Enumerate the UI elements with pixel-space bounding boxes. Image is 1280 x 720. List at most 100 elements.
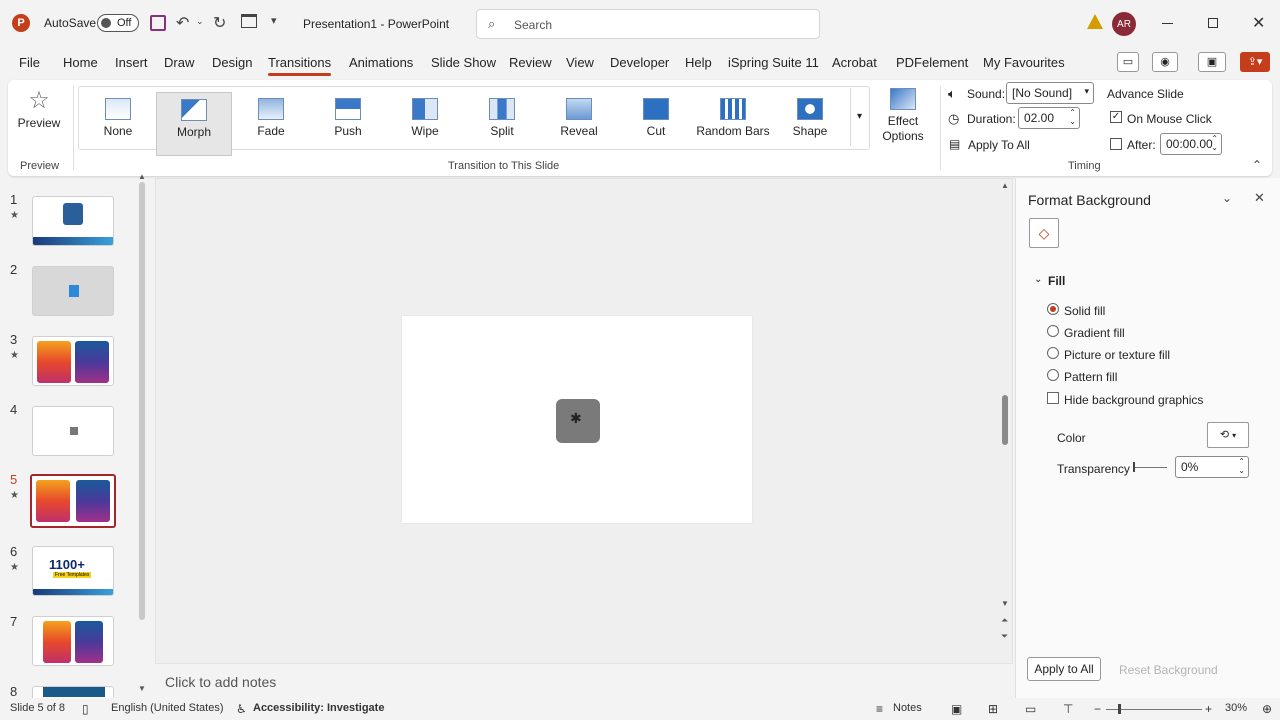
spin-icon[interactable]: ⌃ ⌄ [1069,108,1076,126]
reading-view-icon[interactable]: ▭ [1025,702,1036,716]
slide-thumb-7[interactable] [32,616,114,666]
apply-to-all-button[interactable]: Apply To All [968,138,1030,152]
spin-icon[interactable]: ⌃ ⌄ [1238,457,1245,475]
transition-random-bars[interactable]: Random Bars [695,92,771,156]
sound-dropdown[interactable]: [No Sound] ▾ [1006,82,1094,104]
slide-info[interactable]: Slide 5 of 8 [10,702,65,714]
spellcheck-icon[interactable]: ▯ [82,702,89,716]
transition-split[interactable]: Split [464,92,540,156]
redo-icon[interactable]: ↻ [213,13,226,33]
gallery-more-icon[interactable]: ▾ [850,88,868,146]
tab-help[interactable]: Help [685,55,712,70]
transition-morph[interactable]: Morph [156,92,232,156]
solid-fill-radio[interactable] [1047,303,1059,315]
undo-dropdown-icon[interactable]: ⌄ [196,16,204,27]
fill-tab[interactable]: ◇ [1029,218,1059,248]
scroll-down-icon[interactable]: ▼ [1001,599,1009,608]
duration-stepper[interactable]: 02.00 ⌃ ⌄ [1018,107,1080,129]
transition-push[interactable]: Push [310,92,386,156]
transition-wipe[interactable]: Wipe [387,92,463,156]
slide-sorter-icon[interactable]: ⊞ [988,702,998,716]
tab-insert[interactable]: Insert [115,55,148,70]
effect-options-button[interactable]: Effect Options [872,86,934,152]
tab-my-favourites[interactable]: My Favourites [983,55,1065,70]
apply-to-all-bg-button[interactable]: Apply to All [1027,657,1101,681]
zoom-out-icon[interactable]: − [1094,702,1101,716]
slide-thumb-5[interactable] [30,474,116,528]
transition-cut[interactable]: Cut [618,92,694,156]
teams-icon[interactable]: ▣ [1198,52,1226,72]
transparency-slider[interactable] [1133,462,1167,472]
tab-design[interactable]: Design [212,55,252,70]
pane-close-icon[interactable]: ✕ [1254,190,1265,206]
warning-icon[interactable] [1087,14,1103,29]
notes-pane[interactable]: Click to add notes [155,666,1013,696]
pattern-fill-radio[interactable] [1047,369,1059,381]
notes-icon[interactable]: ≡ [876,702,883,716]
tab-acrobat[interactable]: Acrobat [832,55,877,70]
tab-pdfelement[interactable]: PDFelement [896,55,968,70]
slide-icon-shape[interactable]: ✱ [556,399,600,443]
present-icon[interactable] [241,14,257,28]
tab-transitions[interactable]: Transitions [268,55,332,76]
comments-icon[interactable]: ▭ [1117,52,1139,72]
search-box[interactable]: ⌕ Search [476,9,820,39]
avatar[interactable]: AR [1112,12,1136,36]
record-icon[interactable]: ◉ [1152,52,1178,72]
zoom-level[interactable]: 30% [1225,702,1247,714]
tab-ispring[interactable]: iSpring Suite 11 [728,55,819,70]
fit-slide-icon[interactable]: ⊕ [1262,702,1272,716]
tab-slide-show[interactable]: Slide Show [431,55,496,70]
close-icon[interactable]: ✕ [1252,13,1265,33]
undo-icon[interactable]: ↶ [176,13,189,33]
current-slide[interactable]: ✱ [402,316,752,523]
slide-thumb-2[interactable] [32,266,114,316]
scroll-down-icon[interactable]: ▼ [138,684,146,693]
customize-qat-icon[interactable]: ▾ [271,14,277,27]
transition-none[interactable]: None [80,92,156,156]
zoom-in-icon[interactable]: + [1205,702,1212,716]
notes-button[interactable]: Notes [893,702,922,714]
minimize-icon[interactable] [1162,23,1173,24]
tab-draw[interactable]: Draw [164,55,194,70]
zoom-slider-thumb[interactable] [1118,704,1121,714]
accessibility-status[interactable]: Accessibility: Investigate [253,702,384,714]
next-slide-icon[interactable]: ⏷ [1001,631,1008,642]
slide-show-icon[interactable]: ⊤ [1063,702,1073,716]
gradient-fill-radio[interactable] [1047,325,1059,337]
after-stepper[interactable]: 00:00.00 ⌃ ⌄ [1160,133,1222,155]
collapse-ribbon-icon[interactable]: ⌃ [1252,158,1262,172]
slider-thumb[interactable] [1133,462,1135,472]
fill-section-chevron-icon[interactable]: ⌄ [1034,274,1042,285]
slide-thumb-6[interactable]: 1100+ Free Templates [32,546,114,596]
slide-thumb-4[interactable] [32,406,114,456]
color-picker-button[interactable]: ⟲ ▾ [1207,422,1249,448]
thumbnail-scrollbar[interactable] [139,182,145,620]
slide-thumb-1[interactable] [32,196,114,246]
scroll-up-icon[interactable]: ▲ [138,172,146,181]
on-mouse-click-checkbox[interactable]: ✓ [1110,111,1122,123]
hide-bg-checkbox[interactable] [1047,392,1059,404]
tab-review[interactable]: Review [509,55,552,70]
accessibility-icon[interactable]: ♿︎ [236,702,247,716]
restore-icon[interactable] [1208,18,1218,28]
autosave-toggle[interactable]: Off [97,14,139,32]
transition-shape[interactable]: Shape [772,92,848,156]
reset-background-button[interactable]: Reset Background [1119,663,1218,677]
transparency-input[interactable]: 0% ⌃ ⌄ [1175,456,1249,478]
tab-view[interactable]: View [566,55,594,70]
picture-fill-radio[interactable] [1047,347,1059,359]
tab-home[interactable]: Home [63,55,98,70]
preview-button[interactable]: ☆ Preview [16,86,62,142]
scroll-up-icon[interactable]: ▲ [1001,181,1009,190]
transition-reveal[interactable]: Reveal [541,92,617,156]
tab-animations[interactable]: Animations [349,55,413,70]
language[interactable]: English (United States) [111,702,224,714]
transition-fade[interactable]: Fade [233,92,309,156]
tab-developer[interactable]: Developer [610,55,669,70]
spin-icon[interactable]: ⌃ ⌄ [1211,134,1218,152]
previous-slide-icon[interactable]: ⏶ [1001,615,1008,626]
save-icon[interactable] [150,15,166,31]
pane-options-icon[interactable]: ⌄ [1222,191,1232,205]
zoom-slider[interactable] [1106,704,1202,714]
